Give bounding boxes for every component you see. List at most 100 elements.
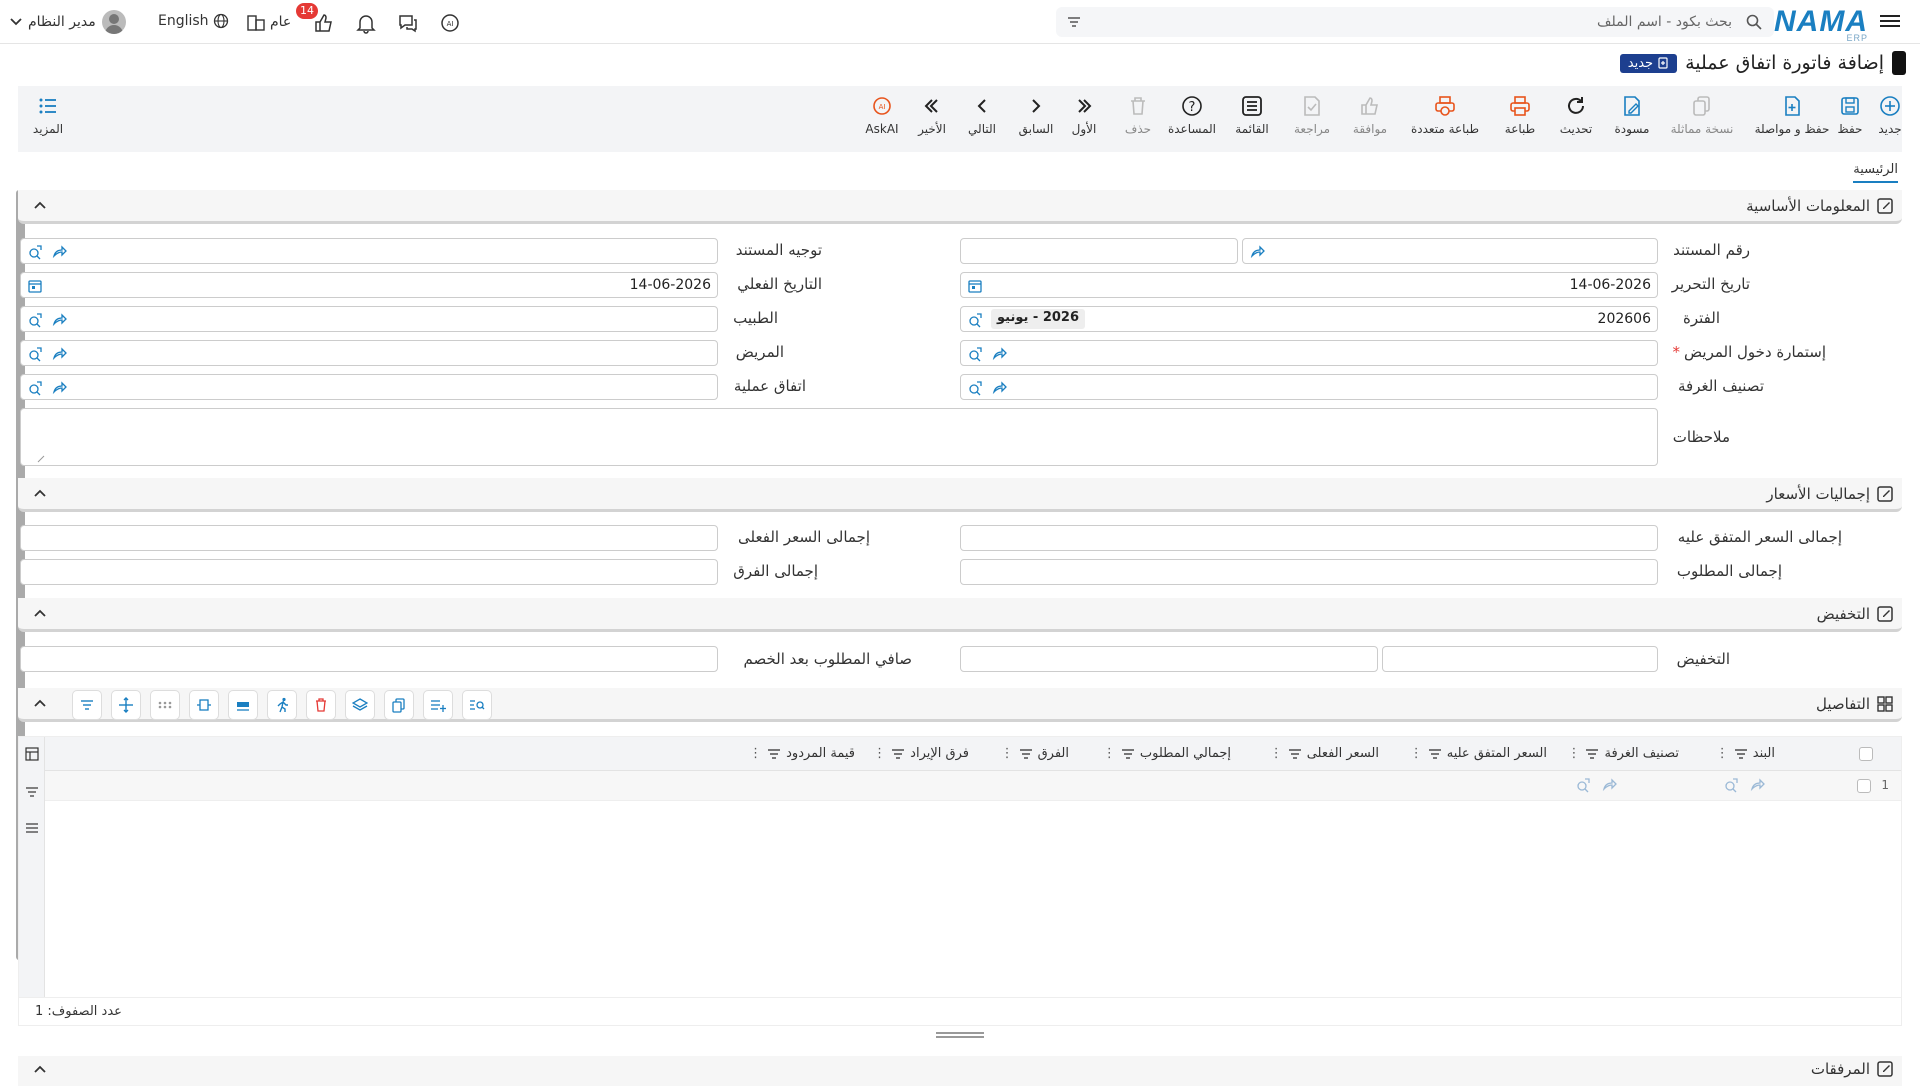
discount-amount-field[interactable] [1382,646,1658,672]
search-box[interactable] [1056,7,1774,37]
lookup-icon[interactable] [967,346,983,362]
column-menu-icon[interactable]: ⋮ [1001,746,1014,761]
columns-icon[interactable] [25,747,39,761]
operation-agreement-field[interactable] [20,374,718,400]
list-button[interactable]: القائمة [1222,94,1282,136]
actual-date-field[interactable]: 14-06-2026 [20,272,718,298]
filter-icon[interactable] [892,748,905,759]
grid-runner-button[interactable] [267,690,297,720]
grid-delete-button[interactable] [306,690,336,720]
filter-icon[interactable] [1428,748,1441,759]
calendar-icon[interactable] [967,278,983,294]
column-menu-icon[interactable]: ⋮ [1270,746,1283,761]
user-menu[interactable]: مدير النظام [10,10,126,34]
select-all-checkbox[interactable] [1859,747,1873,761]
room-class-field[interactable] [960,374,1658,400]
more-button[interactable]: المزيد [18,94,78,136]
forward-icon[interactable] [51,244,67,260]
public-button[interactable]: عام [246,13,291,31]
diff-total-field[interactable] [20,559,718,585]
chat-icon[interactable] [396,11,420,35]
grid-dots-button[interactable] [150,690,180,720]
grid-copy-button[interactable] [384,690,414,720]
lookup-icon[interactable] [1723,777,1739,793]
column-menu-icon[interactable]: ⋮ [749,746,762,761]
forward-icon[interactable] [1749,777,1765,793]
search-input[interactable] [1132,11,1732,33]
section-price-totals[interactable]: إجماليات الأسعار [18,478,1902,512]
rows-icon[interactable] [25,821,39,835]
net-required-field[interactable] [20,646,718,672]
required-total-field[interactable] [960,559,1658,585]
column-agreed-price[interactable]: السعر المتفق عليه ⋮ [1410,746,1547,761]
filter-icon[interactable] [768,748,781,759]
patient-field[interactable] [20,340,718,366]
doc-direction-field[interactable] [20,238,718,264]
approve-button[interactable]: موافقة [1340,94,1400,136]
search-icon[interactable] [1746,14,1762,30]
edit-date-field[interactable]: 14-06-2026 [960,272,1658,298]
grid-filter-button[interactable] [72,690,102,720]
chevron-up-icon[interactable] [34,488,46,498]
agreed-total-field[interactable] [960,525,1658,551]
column-required-total[interactable]: إجمالي المطلوب ⋮ [1103,746,1231,761]
section-attachments[interactable]: المرفقات [18,1056,1902,1086]
language-switcher[interactable]: English [158,13,229,29]
resize-divider[interactable] [936,1032,984,1038]
row-checkbox[interactable] [1857,779,1871,793]
nama-logo[interactable]: NAMA ERP [1774,5,1868,43]
forward-icon[interactable] [1249,244,1265,260]
filter-icon[interactable] [1288,748,1301,759]
bell-icon[interactable] [354,11,378,35]
grid-move-button[interactable] [111,690,141,720]
previous-button[interactable]: السابق [1006,94,1066,136]
forward-icon[interactable] [1601,777,1617,793]
filter-icon[interactable] [1019,748,1032,759]
grid-layers-button[interactable] [345,690,375,720]
forward-icon[interactable] [991,346,1007,362]
lookup-icon[interactable] [967,312,983,328]
forward-icon[interactable] [51,312,67,328]
grid-insert-row-button[interactable] [228,690,258,720]
forward-icon[interactable] [51,346,67,362]
chevron-up-icon[interactable] [34,698,46,708]
doctor-field[interactable] [20,306,718,332]
notes-textarea[interactable] [20,408,1658,466]
column-room-class[interactable]: تصنيف الغرفة ⋮ [1567,746,1679,761]
column-return-value[interactable]: قيمة المردود ⋮ [749,746,855,761]
review-button[interactable]: مراجعة [1282,94,1342,136]
chevron-up-icon[interactable] [34,1064,46,1074]
ai-assistant-icon[interactable]: AI [438,11,462,35]
section-basic-info[interactable]: المعلومات الأساسية [18,190,1902,224]
period-field[interactable]: 202606 2026 - يونيو [960,306,1658,332]
filter-icon[interactable] [1734,748,1747,759]
draft-button[interactable]: مسودة [1602,94,1662,136]
column-menu-icon[interactable]: ⋮ [873,746,886,761]
filter-icon[interactable] [1066,14,1082,30]
column-revenue-diff[interactable]: فرق الإيراد ⋮ [873,746,969,761]
discount-percent-field[interactable] [960,646,1378,672]
column-difference[interactable]: الفرق ⋮ [1001,746,1069,761]
menu-icon[interactable] [1880,12,1900,30]
filter-icon[interactable] [1586,748,1599,759]
refresh-button[interactable]: تحديث [1546,94,1606,136]
lookup-icon[interactable] [967,380,983,396]
column-menu-icon[interactable]: ⋮ [1716,746,1729,761]
resize-handle-icon[interactable] [37,455,45,463]
section-discount[interactable]: التخفيض [18,598,1902,632]
forward-icon[interactable] [991,380,1007,396]
help-button[interactable]: ? المساعدة [1162,94,1222,136]
actual-total-field[interactable] [20,525,718,551]
chevron-up-icon[interactable] [34,608,46,618]
chevron-up-icon[interactable] [34,200,46,210]
askai-button[interactable]: AI AskAI [852,94,912,136]
column-menu-icon[interactable]: ⋮ [1567,746,1580,761]
grid-fit-button[interactable] [189,690,219,720]
forward-icon[interactable] [51,380,67,396]
duplicate-button[interactable]: نسخة مماثلة [1662,94,1742,136]
grid-search-button[interactable] [462,690,492,720]
calendar-icon[interactable] [27,278,43,294]
filter-icon[interactable] [1121,748,1134,759]
multi-print-button[interactable]: طباعة متعددة [1400,94,1490,136]
column-menu-icon[interactable]: ⋮ [1410,746,1423,761]
